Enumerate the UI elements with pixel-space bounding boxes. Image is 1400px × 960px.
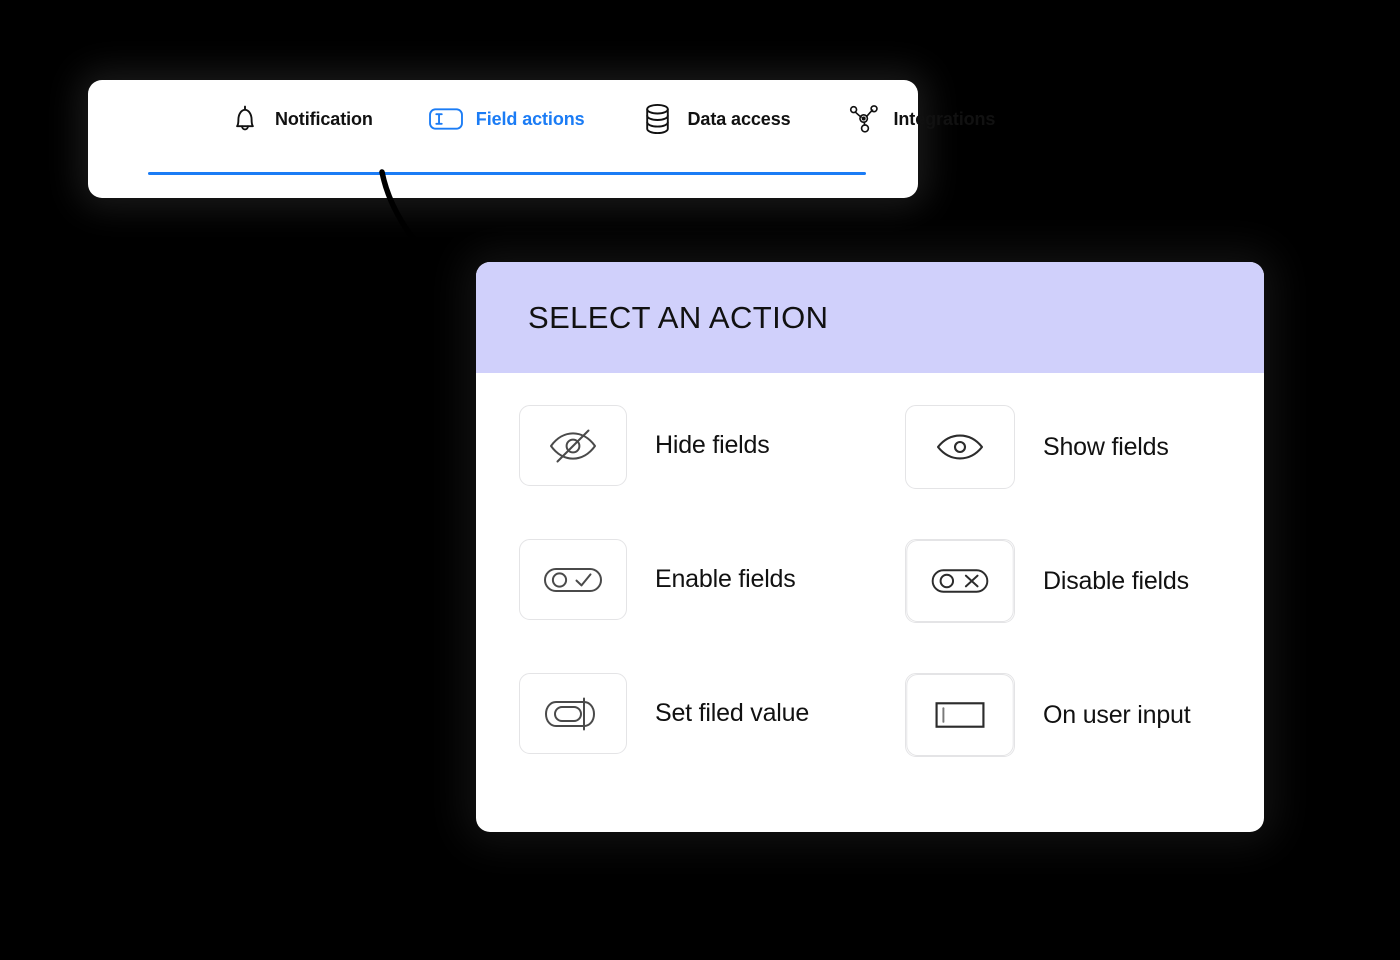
action-hide-fields-label: Hide fields: [655, 431, 770, 459]
tab-data-access-label: Data access: [687, 108, 791, 129]
eye-icon: [905, 405, 1015, 489]
screenshot-stage: Notification Field actions Data access I…: [0, 0, 1400, 960]
toggle-check-icon: [519, 539, 627, 620]
action-on-user-input[interactable]: On user input: [905, 673, 1234, 757]
action-disable-fields-label: Disable fields: [1043, 566, 1189, 595]
page-title: SELECT AN ACTION: [528, 299, 829, 335]
text-input-icon: [905, 673, 1015, 757]
tab-field-actions-label: Field actions: [475, 108, 585, 129]
action-disable-fields[interactable]: Disable fields: [905, 539, 1234, 623]
set-value-icon: [519, 673, 627, 754]
action-set-field-value-label: Set filed value: [655, 699, 810, 727]
database-icon: [641, 102, 675, 136]
tab-notification[interactable]: Notification: [228, 102, 373, 136]
tab-integrations[interactable]: Integrations: [847, 102, 996, 136]
action-show-fields[interactable]: Show fields: [905, 405, 1234, 489]
tab-field-actions[interactable]: Field actions: [428, 102, 585, 136]
action-on-user-input-label: On user input: [1043, 700, 1191, 729]
eye-off-icon: [519, 405, 627, 486]
text-field-icon: [428, 102, 463, 136]
action-show-fields-label: Show fields: [1043, 432, 1169, 461]
tab-data-access[interactable]: Data access: [641, 102, 791, 136]
toggle-x-icon: [905, 539, 1015, 623]
modal-header: SELECT AN ACTION: [476, 262, 1264, 373]
action-enable-fields[interactable]: Enable fields: [519, 539, 905, 620]
bell-icon: [228, 102, 262, 136]
action-set-field-value[interactable]: Set filed value: [519, 673, 905, 754]
node-graph-icon: [847, 102, 881, 136]
active-tab-underline: [148, 172, 866, 175]
action-hide-fields[interactable]: Hide fields: [519, 405, 905, 486]
tab-integrations-label: Integrations: [893, 108, 996, 129]
action-grid: Hide fields Show fields Enable fields Di…: [476, 373, 1264, 807]
settings-toolbar-card: Notification Field actions Data access I…: [88, 80, 995, 198]
action-enable-fields-label: Enable fields: [655, 565, 796, 593]
toolbar-tab-list: Notification Field actions Data access I…: [88, 80, 995, 158]
tab-notification-label: Notification: [275, 108, 373, 129]
select-action-modal: SELECT AN ACTION Hide fields Show fields…: [476, 262, 1264, 832]
